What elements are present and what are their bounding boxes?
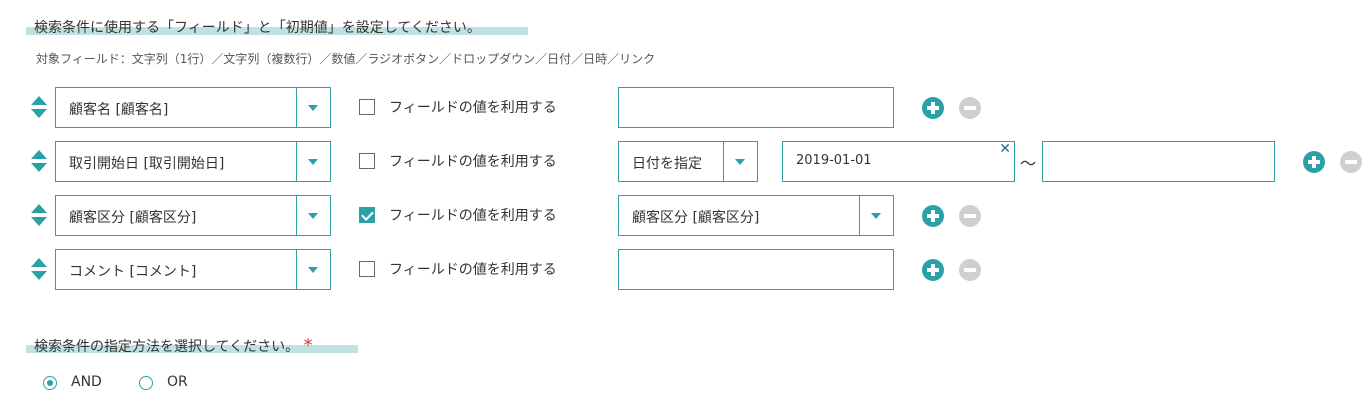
date-from-value: 2019-01-01	[796, 153, 872, 168]
minus-circle-icon[interactable]	[959, 259, 981, 281]
sort-arrows-icon[interactable]	[30, 96, 48, 120]
plus-circle-icon[interactable]	[922, 205, 944, 227]
field-select-value: 顧客区分 [顧客区分]	[69, 210, 197, 226]
initial-value-input[interactable]	[618, 249, 894, 290]
field-select[interactable]: 取引開始日 [取引開始日]	[55, 141, 331, 182]
field-select-value: 顧客名 [顧客名]	[69, 102, 169, 118]
radio-and-label: AND	[71, 374, 102, 390]
dropdown-button[interactable]	[296, 250, 330, 289]
date-mode-select[interactable]: 日付を指定	[618, 141, 758, 182]
use-field-value-checkbox[interactable]	[359, 153, 375, 169]
close-icon[interactable]: ✕	[999, 141, 1011, 157]
radio-or[interactable]	[139, 376, 153, 390]
dropdown-button[interactable]	[296, 142, 330, 181]
sort-arrows-icon[interactable]	[30, 258, 48, 282]
plus-circle-icon[interactable]	[1303, 151, 1325, 173]
field-select-value: コメント [コメント]	[69, 264, 197, 280]
chevron-down-icon	[871, 213, 881, 219]
use-field-value-label: フィールドの値を利用する	[389, 262, 557, 278]
field-select[interactable]: コメント [コメント]	[55, 249, 331, 290]
use-field-value-label: フィールドの値を利用する	[389, 208, 557, 224]
use-field-value-label: フィールドの値を利用する	[389, 154, 557, 170]
chevron-down-icon	[735, 159, 745, 165]
method-heading-text: 検索条件の指定方法を選択してください。	[34, 339, 300, 355]
date-mode-value: 日付を指定	[632, 156, 702, 172]
dropdown-button[interactable]	[296, 196, 330, 235]
use-field-value-checkbox[interactable]	[359, 99, 375, 115]
range-separator: ～	[1020, 154, 1037, 173]
value-field-select-value: 顧客区分 [顧客区分]	[632, 210, 760, 226]
chevron-down-icon	[308, 267, 318, 273]
method-section-heading: 検索条件の指定方法を選択してください。 *	[34, 335, 313, 356]
field-select-value: 取引開始日 [取引開始日]	[69, 156, 225, 172]
sort-arrows-icon[interactable]	[30, 150, 48, 174]
radio-or-label: OR	[167, 374, 188, 390]
value-field-select[interactable]: 顧客区分 [顧客区分]	[618, 195, 894, 236]
chevron-down-icon	[308, 105, 318, 111]
field-select[interactable]: 顧客名 [顧客名]	[55, 87, 331, 128]
minus-circle-icon[interactable]	[959, 205, 981, 227]
use-field-value-label: フィールドの値を利用する	[389, 100, 557, 116]
date-to-input[interactable]	[1042, 141, 1275, 182]
radio-and[interactable]	[43, 376, 57, 390]
minus-circle-icon[interactable]	[959, 97, 981, 119]
chevron-down-icon	[308, 159, 318, 165]
sort-arrows-icon[interactable]	[30, 204, 48, 228]
field-select[interactable]: 顧客区分 [顧客区分]	[55, 195, 331, 236]
target-fields-description: 対象フィールド：文字列（1行）／文字列（複数行）／数値／ラジオボタン／ドロップダ…	[36, 52, 656, 66]
chevron-down-icon	[308, 213, 318, 219]
date-from-input[interactable]: 2019-01-01 ✕	[782, 141, 1015, 182]
fields-section-heading: 検索条件に使用する「フィールド」と「初期値」を設定してください。	[34, 20, 481, 36]
initial-value-input[interactable]	[618, 87, 894, 128]
dropdown-button[interactable]	[859, 196, 893, 235]
minus-circle-icon[interactable]	[1340, 151, 1362, 173]
dropdown-button[interactable]	[723, 142, 757, 181]
dropdown-button[interactable]	[296, 88, 330, 127]
use-field-value-checkbox[interactable]	[359, 261, 375, 277]
use-field-value-checkbox[interactable]	[359, 207, 375, 223]
plus-circle-icon[interactable]	[922, 97, 944, 119]
plus-circle-icon[interactable]	[922, 259, 944, 281]
required-mark: *	[303, 335, 313, 356]
